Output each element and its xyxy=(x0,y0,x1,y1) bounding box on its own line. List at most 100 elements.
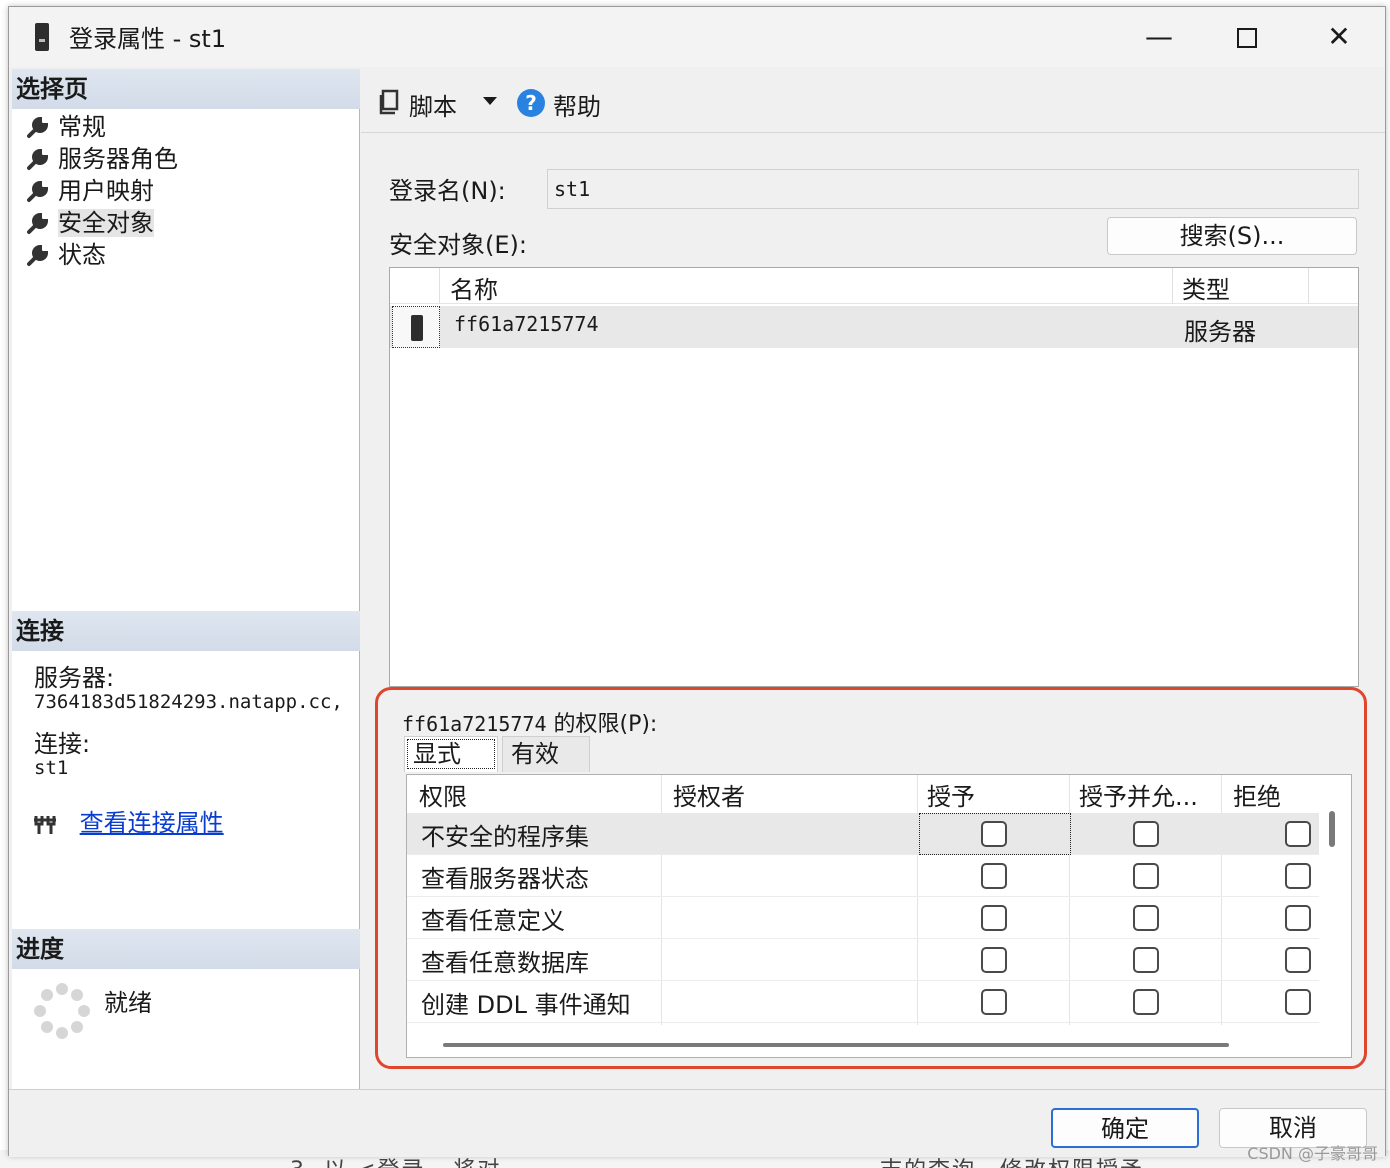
server-icon xyxy=(392,306,440,348)
icon-column-header xyxy=(390,268,440,304)
wrench-icon xyxy=(27,180,49,202)
left-panel: 选择页 常规 服务器角色 用户映射 安全对象 状态 连接 服务器: 736418… xyxy=(12,69,360,1089)
permission-name: 查看任意定义 xyxy=(421,907,565,935)
with-grant-checkbox[interactable] xyxy=(1133,947,1159,973)
login-properties-dialog: 登录属性 - st1 — ✕ 选择页 常规 服务器角色 用户映射 安全对象 状态… xyxy=(8,6,1386,1157)
server-icon xyxy=(35,23,49,51)
title-bar[interactable]: 登录属性 - st1 — ✕ xyxy=(9,7,1385,67)
table-row[interactable]: 查看任意数据库 xyxy=(407,939,1319,981)
page-label: 状态 xyxy=(58,241,106,269)
connection-value: st1 xyxy=(34,757,69,779)
page-list: 常规 服务器角色 用户映射 安全对象 状态 xyxy=(24,111,178,271)
page-item-user-mapping[interactable]: 用户映射 xyxy=(24,175,178,207)
table-row[interactable]: ff61a7215774 服务器 xyxy=(390,306,1358,348)
script-button[interactable]: 脚本 xyxy=(409,87,457,122)
column-header-type[interactable]: 类型 xyxy=(1182,270,1230,305)
server-value: 7364183d51824293.natapp.cc, xyxy=(34,691,343,713)
permission-name: 不安全的程序集 xyxy=(421,823,589,851)
connection-label: 连接: xyxy=(34,730,91,758)
securables-label: 安全对象(E): xyxy=(389,231,527,259)
connection-header: 连接 xyxy=(12,611,360,651)
column-header-grant[interactable]: 授予 xyxy=(927,777,975,812)
maximize-button[interactable] xyxy=(1219,17,1275,57)
permissions-highlight-box: ff61a7215774 的权限(P): 显式 有效 权限 授权者 授予 授予并… xyxy=(375,687,1367,1069)
page-label: 安全对象 xyxy=(58,209,154,237)
page-item-securables[interactable]: 安全对象 xyxy=(24,207,178,239)
table-row[interactable]: 创建 DDL 事件通知 xyxy=(407,981,1319,1023)
select-page-header: 选择页 xyxy=(12,69,360,109)
script-icon xyxy=(379,89,399,115)
with-grant-checkbox[interactable] xyxy=(1133,989,1159,1015)
wrench-icon xyxy=(27,212,49,234)
wrench-icon xyxy=(27,116,49,138)
deny-checkbox[interactable] xyxy=(1285,905,1311,931)
securables-grid-header: 名称 类型 xyxy=(390,268,1358,304)
grant-checkbox[interactable] xyxy=(981,947,1007,973)
progress-header: 进度 xyxy=(12,929,360,969)
tab-effective[interactable]: 有效 xyxy=(502,736,590,772)
page-item-status[interactable]: 状态 xyxy=(24,239,178,271)
watermark: CSDN @子豪哥哥 xyxy=(1247,1144,1378,1163)
permissions-title-suffix: 的权限(P): xyxy=(546,712,658,737)
login-name-field[interactable]: st1 xyxy=(547,169,1359,209)
with-grant-checkbox[interactable] xyxy=(1133,863,1159,889)
table-row[interactable]: 查看任意定义 xyxy=(407,897,1319,939)
close-button[interactable]: ✕ xyxy=(1311,17,1367,57)
permissions-grid-header: 权限 授权者 授予 授予并允... 拒绝 xyxy=(407,775,1319,813)
search-button[interactable]: 搜索(S)... xyxy=(1107,217,1357,255)
grant-checkbox[interactable] xyxy=(981,821,1007,847)
securables-grid[interactable]: 名称 类型 ff61a7215774 服务器 xyxy=(389,267,1359,687)
page-item-server-roles[interactable]: 服务器角色 xyxy=(24,143,178,175)
help-icon[interactable]: ? xyxy=(517,89,545,117)
grant-checkbox[interactable] xyxy=(981,905,1007,931)
page-label: 服务器角色 xyxy=(58,145,178,173)
status-text: 就绪 xyxy=(104,989,152,1017)
permission-name: 查看任意数据库 xyxy=(421,949,589,977)
grant-checkbox[interactable] xyxy=(981,989,1007,1015)
minimize-button[interactable]: — xyxy=(1131,17,1187,57)
vertical-scrollbar[interactable] xyxy=(1329,811,1335,847)
page-label: 常规 xyxy=(58,113,106,141)
permissions-title: ff61a7215774 的权限(P): xyxy=(402,706,657,738)
plug-icon xyxy=(34,816,56,834)
column-header-deny[interactable]: 拒绝 xyxy=(1233,777,1281,812)
column-header-permission[interactable]: 权限 xyxy=(419,777,467,812)
column-header-with-grant[interactable]: 授予并允... xyxy=(1079,777,1198,812)
spinner-icon xyxy=(34,983,90,1039)
maximize-icon xyxy=(1237,28,1257,48)
with-grant-checkbox[interactable] xyxy=(1133,821,1159,847)
permissions-grid[interactable]: 权限 授权者 授予 授予并允... 拒绝 不安全的程序集 查看服务器状态 查看任… xyxy=(406,774,1352,1058)
permissions-title-object: ff61a7215774 xyxy=(402,712,547,736)
deny-checkbox[interactable] xyxy=(1285,821,1311,847)
table-row[interactable]: 查看服务器状态 xyxy=(407,855,1319,897)
permission-name: 查看服务器状态 xyxy=(421,865,589,893)
login-name-label: 登录名(N): xyxy=(389,177,506,205)
securable-type: 服务器 xyxy=(1184,318,1256,346)
window-title: 登录属性 - st1 xyxy=(69,25,227,53)
server-label: 服务器: xyxy=(34,664,115,692)
script-dropdown-arrow-icon[interactable] xyxy=(483,97,497,105)
dialog-button-bar: 确定 取消 xyxy=(9,1089,1385,1157)
view-connection-row: 查看连接属性 xyxy=(32,803,224,838)
permission-name: 创建 DDL 事件通知 xyxy=(421,991,631,1019)
page-item-general[interactable]: 常规 xyxy=(24,111,178,143)
with-grant-checkbox[interactable] xyxy=(1133,905,1159,931)
connection-info: 服务器: 7364183d51824293.natapp.cc, 连接: st1 xyxy=(34,665,358,779)
toolbar: 脚本 ? 帮助 xyxy=(361,69,1385,133)
deny-checkbox[interactable] xyxy=(1285,863,1311,889)
horizontal-scrollbar[interactable] xyxy=(443,1043,1229,1047)
wrench-icon xyxy=(27,148,49,170)
view-connection-properties-link[interactable]: 查看连接属性 xyxy=(80,809,224,837)
tab-explicit[interactable]: 显式 xyxy=(404,736,498,772)
grant-checkbox[interactable] xyxy=(981,863,1007,889)
deny-checkbox[interactable] xyxy=(1285,947,1311,973)
column-header-name[interactable]: 名称 xyxy=(450,270,498,305)
column-header-grantor[interactable]: 授权者 xyxy=(673,777,745,812)
page-label: 用户映射 xyxy=(58,177,154,205)
deny-checkbox[interactable] xyxy=(1285,989,1311,1015)
right-panel: 脚本 ? 帮助 登录名(N): st1 安全对象(E): 搜索(S)... 名称… xyxy=(361,69,1385,1089)
securable-name: ff61a7215774 xyxy=(454,312,599,336)
ok-button[interactable]: 确定 xyxy=(1051,1108,1199,1148)
table-row[interactable]: 不安全的程序集 xyxy=(407,813,1319,855)
help-button[interactable]: 帮助 xyxy=(553,87,601,122)
